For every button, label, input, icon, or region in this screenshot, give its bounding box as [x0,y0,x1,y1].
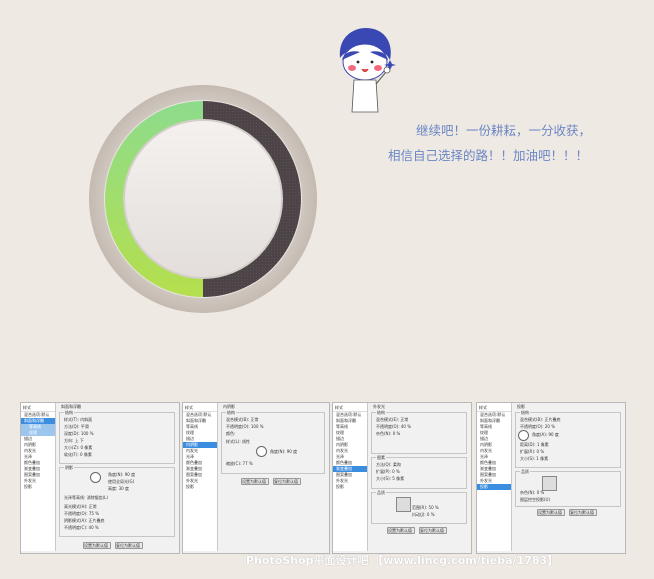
quote-line-2: 相信自己选择的路！！加油吧！！！ [388,148,589,163]
group-title: 结构 [226,410,236,416]
field-spread[interactable]: 扩展(R): 0 % [520,449,544,454]
field-jitter[interactable]: 抖动(J): 0 % [412,512,435,517]
field-gloss-contour[interactable]: 光泽等高线: 消除锯齿(L) [64,495,108,500]
structure-group: 结构 混合模式(E): 正常 不透明度(O): 40 % 杂色(N): 0 % [371,410,467,454]
field-opacity[interactable]: 不透明度(O): 20 % [520,424,555,429]
structure-group: 结构 样式(T): 内斜面 方法(Q): 平滑 深度(D): 100 % 方向:… [59,410,175,464]
structure-group: 结构 混合模式(B): 正常 不透明度(O): 100 % 颜色: 样式(L):… [221,410,325,474]
field-blend-mode[interactable]: 混合模式(B): 正常 [226,417,258,422]
reset-default-button[interactable]: 复位为默认值 [273,478,301,485]
watermark: PhotoShop平面设计吧 【www.lincg.com/tieba/1783… [246,554,559,567]
elements-group: 图素 方法(Q): 柔和 扩展(P): 0 % 大小(S): 5 像素 [371,455,467,489]
field-highlight-mode[interactable]: 高光模式(H): 正常 [64,504,97,509]
sidebar-title: 样式 [21,403,55,412]
field-gradient[interactable]: 颜色: [226,431,235,436]
styles-sidebar: 样式 混合选项:默认 斜面和浮雕 等高线 纹理 描边 内阴影 内发光 光泽 颜色… [183,403,218,551]
layer-style-panel-drop-shadow: 样式 混合选项:默认 斜面和浮雕 等高线 纹理 描边 内阴影 内发光 光泽 颜色… [476,402,626,554]
field-noise[interactable]: 杂色(N): 0 % [376,431,400,436]
sidebar-item-drop-shadow[interactable]: 投影 [333,484,367,490]
progress-ring [88,84,318,314]
angle-dial[interactable] [90,472,101,483]
sidebar-item-drop-shadow[interactable]: 投影 [477,484,511,490]
layer-style-panel-bevel: 样式 混合选项:默认 斜面和浮雕 等高线 纹理 描边 内阴影 内发光 光泽 颜色… [20,402,180,554]
field-angle[interactable]: 角度(N): 90 度 [270,449,297,454]
sidebar-item-drop-shadow[interactable]: 投影 [21,484,55,490]
panel-main: 投影 结构 混合模式(B): 正片叠底 不透明度(O): 20 % 角度(A):… [513,403,625,553]
field-highlight-opacity[interactable]: 不透明度(O): 75 % [64,511,99,516]
styles-sidebar: 样式 混合选项:默认 斜面和浮雕 等高线 纹理 描边 内阴影 内发光 光泽 颜色… [333,403,368,551]
field-scale[interactable]: 缩放(C): 77 % [226,461,253,466]
reset-default-button[interactable]: 复位为默认值 [115,542,143,549]
field-angle[interactable]: 角度(N): 90 度 [108,472,135,477]
field-opacity[interactable]: 不透明度(O): 100 % [226,424,264,429]
quality-group: 品质 杂色(N): 0 % 图层挖空投影(U) [515,469,621,507]
checkbox-layer-knockout[interactable]: 图层挖空投影(U) [520,497,550,502]
field-soften[interactable]: 软化(F): 0 像素 [64,452,92,457]
section-title: 斜面和浮雕 [61,404,81,409]
canvas: 继续吧！一份耕耘，一分收获， 相信自己选择的路！！加油吧！！！ 样式 混合选项:… [0,0,654,579]
field-blend-mode[interactable]: 混合模式(E): 正常 [376,417,408,422]
group-title: 品质 [376,490,386,496]
make-default-button[interactable]: 设置为默认值 [241,478,269,485]
angle-dial[interactable] [256,446,267,457]
field-range[interactable]: 范围(R): 50 % [412,505,439,510]
field-shadow-opacity[interactable]: 不透明度(C): 40 % [64,525,99,530]
styles-sidebar: 样式 混合选项:默认 斜面和浮雕 等高线 纹理 描边 内阴影 内发光 光泽 颜色… [21,403,56,551]
inner-disc [125,121,281,277]
section-title: 内阴影 [223,404,235,409]
group-title: 结构 [64,410,74,416]
section-title: 投影 [517,404,525,409]
mascot-illustration [330,24,400,116]
layer-style-panel-outer-glow: 样式 混合选项:默认 斜面和浮雕 等高线 纹理 描边 内阴影 内发光 光泽 颜色… [332,402,472,554]
field-size[interactable]: 大小(S): 5 像素 [376,476,404,481]
field-noise[interactable]: 杂色(N): 0 % [520,490,544,495]
sidebar-title: 样式 [333,403,367,412]
reset-default-button[interactable]: 复位为默认值 [419,527,447,534]
contour-swatch[interactable] [542,476,557,491]
quality-group: 品质 范围(R): 50 % 抖动(J): 0 % [371,490,467,524]
panel-main: 外发光 结构 混合模式(E): 正常 不透明度(O): 40 % 杂色(N): … [369,403,471,553]
field-technique[interactable]: 方法(Q): 柔和 [376,462,401,467]
group-title: 图素 [376,455,386,461]
field-size[interactable]: 大小(Z): 0 像素 [64,445,92,450]
progress-ring-svg [89,85,317,313]
field-angle[interactable]: 角度(A): 90 度 [532,432,559,437]
group-title: 品质 [520,469,530,475]
field-shadow-mode[interactable]: 阴影模式(A): 正片叠底 [64,518,104,523]
group-title: 结构 [376,410,386,416]
section-title: 外发光 [373,404,385,409]
sidebar-title: 样式 [183,403,217,412]
sidebar-item-drop-shadow[interactable]: 投影 [183,484,217,490]
field-opacity[interactable]: 不透明度(O): 40 % [376,424,411,429]
field-altitude[interactable]: 高度: 30 度 [108,486,129,491]
checkbox-global-light[interactable]: 使用全局光(G) [108,479,134,484]
sidebar-title: 样式 [477,403,511,412]
group-title: 阴影 [64,465,74,471]
field-style[interactable]: 样式(T): 内斜面 [64,417,92,422]
field-direction[interactable]: 方向: 上 下 [64,438,84,443]
field-technique[interactable]: 方法(Q): 平滑 [64,424,89,429]
make-default-button[interactable]: 设置为默认值 [83,542,111,549]
make-default-button[interactable]: 设置为默认值 [387,527,415,534]
structure-group: 结构 混合模式(B): 正片叠底 不透明度(O): 20 % 角度(A): 90… [515,410,621,468]
field-style[interactable]: 样式(L): 线性 [226,439,250,444]
quote-line-1: 继续吧！一份耕耘，一分收获， [416,123,592,138]
reset-default-button[interactable]: 复位为默认值 [569,509,597,516]
field-distance[interactable]: 距离(D): 1 像素 [520,442,549,447]
layer-style-panel-inner-shadow: 样式 混合选项:默认 斜面和浮雕 等高线 纹理 描边 内阴影 内发光 光泽 颜色… [182,402,330,554]
motivational-quote: 继续吧！一份耕耘，一分收获， 相信自己选择的路！！加油吧！！！ [388,118,638,168]
panel-main: 内阴影 结构 混合模式(B): 正常 不透明度(O): 100 % 颜色: 样式… [219,403,329,553]
group-title: 结构 [520,410,530,416]
field-blend-mode[interactable]: 混合模式(B): 正片叠底 [520,417,560,422]
make-default-button[interactable]: 设置为默认值 [537,509,565,516]
field-size[interactable]: 大小(S): 1 像素 [520,456,548,461]
panel-main: 斜面和浮雕 结构 样式(T): 内斜面 方法(Q): 平滑 深度(D): 100… [57,403,179,553]
angle-dial[interactable] [518,430,529,441]
shading-group: 阴影 角度(N): 90 度 使用全局光(G) 高度: 30 度 光泽等高线: … [59,465,175,537]
contour-swatch[interactable] [396,497,411,512]
styles-sidebar: 样式 混合选项:默认 斜面和浮雕 等高线 纹理 描边 内阴影 内发光 光泽 颜色… [477,403,512,551]
field-spread[interactable]: 扩展(P): 0 % [376,469,400,474]
field-depth[interactable]: 深度(D): 100 % [64,431,94,436]
